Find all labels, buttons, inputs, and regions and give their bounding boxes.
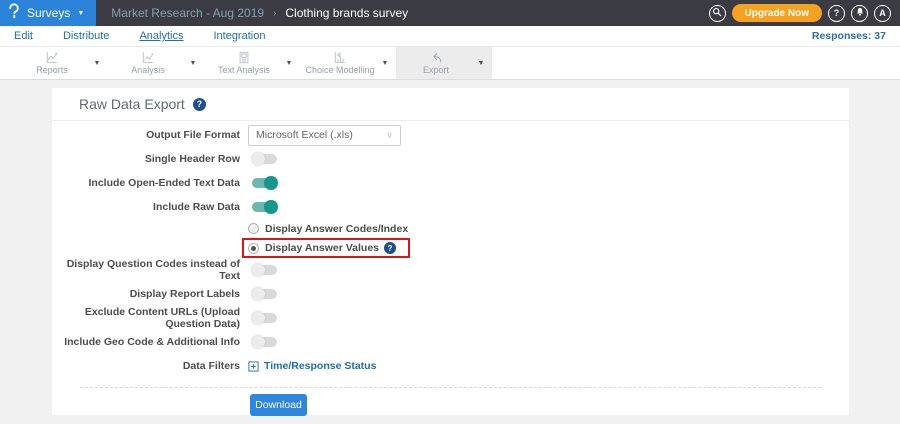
breadcrumb: Market Research - Aug 2019 › Clothing br… (111, 6, 708, 20)
tab-reports-button[interactable]: Reports (15, 51, 89, 75)
line-chart-icon (45, 51, 59, 64)
display-question-codes-toggle[interactable] (251, 263, 277, 277)
surveys-product-menu[interactable]: Surveys ▼ (0, 0, 97, 26)
include-geo-code-toggle[interactable] (251, 335, 277, 349)
top-header-bar: Surveys ▼ Market Research - Aug 2019 › C… (0, 0, 900, 26)
nav-item-edit[interactable]: Edit (14, 30, 33, 42)
search-icon (712, 7, 722, 19)
display-question-codes-label: Display Question Codes instead of Text (66, 258, 240, 282)
choice-modelling-dropdown-caret[interactable]: ▼ (377, 60, 393, 67)
tab-choice-modelling-button[interactable]: Choice Modelling (303, 51, 377, 75)
include-geo-code-row: Include Geo Code & Additional Info (52, 330, 849, 354)
breadcrumb-folder[interactable]: Market Research - Aug 2019 (111, 6, 264, 20)
include-open-ended-toggle[interactable] (252, 176, 278, 190)
breadcrumb-separator: › (273, 7, 277, 19)
text-analysis-dropdown-caret[interactable]: ▼ (281, 60, 297, 67)
upgrade-now-button[interactable]: Upgrade Now (731, 4, 822, 22)
analytics-toolbar: Reports ▼ Analysis ▼ Text Analysis ▼ Cho… (0, 47, 900, 80)
nav-item-distribute[interactable]: Distribute (63, 30, 109, 42)
nav-item-analytics[interactable]: Analytics (139, 30, 183, 42)
display-answer-values-help-icon[interactable]: ? (384, 242, 396, 254)
responses-count[interactable]: Responses: 37 (812, 30, 886, 42)
help-button[interactable]: ? (828, 4, 845, 22)
single-header-row-toggle[interactable] (251, 152, 277, 166)
reports-dropdown-caret[interactable]: ▼ (89, 60, 105, 67)
data-filters-label: Data Filters (182, 360, 240, 372)
exclude-content-urls-toggle[interactable] (251, 311, 277, 325)
page-title: Raw Data Export (79, 96, 185, 112)
notifications-button[interactable] (851, 4, 868, 22)
nav-item-integration[interactable]: Integration (213, 30, 265, 42)
include-open-ended-row: Include Open-Ended Text Data (52, 171, 849, 195)
include-raw-data-label: Include Raw Data (153, 201, 240, 213)
select-value: Microsoft Excel (.xls) (256, 129, 353, 141)
display-report-labels-label: Display Report Labels (129, 288, 240, 300)
display-answer-codes-radio[interactable] (248, 223, 259, 234)
include-open-ended-label: Include Open-Ended Text Data (88, 177, 241, 189)
data-filters-row: Data Filters Time/Response Status (52, 354, 849, 378)
display-report-labels-toggle[interactable] (251, 287, 277, 301)
output-file-format-label: Output File Format (146, 129, 240, 141)
include-raw-data-row: Include Raw Data (52, 195, 849, 219)
display-question-codes-row: Display Question Codes instead of Text (52, 258, 849, 282)
document-icon (237, 51, 251, 64)
include-raw-data-toggle[interactable] (252, 200, 278, 214)
display-answer-codes-row: Display Answer Codes/Index (52, 219, 849, 238)
tab-text-analysis-button[interactable]: Text Analysis (207, 51, 281, 75)
display-report-labels-row: Display Report Labels (52, 282, 849, 306)
include-geo-code-label: Include Geo Code & Additional Info (64, 336, 240, 348)
bar-chart-icon (333, 51, 347, 64)
export-options-form: Output File Format Microsoft Excel (.xls… (52, 121, 849, 416)
tab-export-button[interactable]: Export (399, 51, 473, 75)
export-dropdown-caret[interactable]: ▼ (473, 60, 489, 67)
panel-header: Raw Data Export ? (52, 88, 849, 121)
analysis-dropdown-caret[interactable]: ▼ (185, 60, 201, 67)
output-file-format-row: Output File Format Microsoft Excel (.xls… (52, 123, 849, 147)
export-arrow-icon (429, 51, 444, 64)
red-highlight-annotation: Display Answer Values ? (242, 238, 410, 258)
raw-data-export-panel: Raw Data Export ? Output File Format Mic… (52, 88, 849, 416)
search-button[interactable] (708, 4, 726, 22)
chevron-down-icon: ∨ (386, 129, 393, 140)
bell-icon (855, 7, 865, 19)
download-button[interactable]: Download (250, 394, 307, 416)
topbar-actions: Upgrade Now ? A (708, 4, 900, 22)
tab-choice-modelling: Choice Modelling ▼ (300, 47, 396, 79)
single-header-row-row: Single Header Row (52, 147, 849, 171)
product-label: Surveys (27, 6, 71, 20)
tab-analysis: Analysis ▼ (108, 47, 204, 79)
tab-text-analysis: Text Analysis ▼ (204, 47, 300, 79)
tab-analysis-button[interactable]: Analysis (111, 51, 185, 75)
breadcrumb-survey-name: Clothing brands survey (285, 6, 409, 20)
tab-reports: Reports ▼ (12, 47, 108, 79)
display-answer-values-row: Display Answer Values ? (52, 238, 849, 258)
output-file-format-select[interactable]: Microsoft Excel (.xls) ∨ (248, 124, 401, 146)
plus-square-icon[interactable] (248, 360, 259, 372)
display-answer-values-radio[interactable] (248, 242, 259, 254)
display-answer-values-label: Display Answer Values (265, 242, 379, 254)
scatter-chart-icon (141, 51, 155, 64)
raw-data-export-help-icon[interactable]: ? (192, 97, 206, 111)
questionpro-logo-icon (7, 3, 21, 24)
chevron-down-icon: ▼ (77, 9, 85, 17)
avatar[interactable]: A (874, 4, 891, 22)
exclude-content-urls-label: Exclude Content URLs (Upload Question Da… (84, 306, 240, 330)
exclude-content-urls-row: Exclude Content URLs (Upload Question Da… (52, 306, 849, 330)
tab-export: Export ▼ (396, 47, 492, 79)
survey-nav: Edit Distribute Analytics Integration Re… (0, 26, 900, 47)
single-header-row-label: Single Header Row (144, 153, 240, 165)
dotted-divider (80, 387, 821, 388)
time-response-status-link[interactable]: Time/Response Status (264, 360, 376, 372)
display-answer-codes-label: Display Answer Codes/Index (265, 222, 409, 235)
